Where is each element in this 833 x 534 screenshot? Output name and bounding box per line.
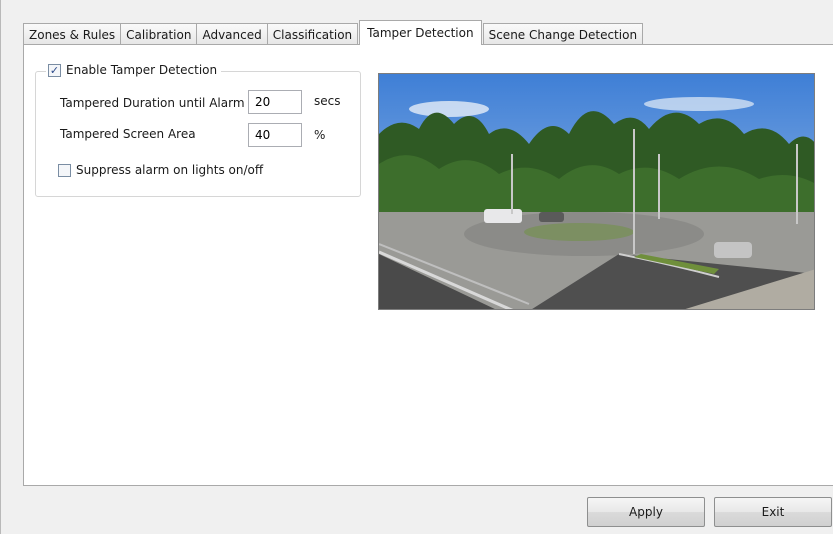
tab-classification[interactable]: Classification [266, 23, 359, 45]
camera-preview-image [378, 73, 815, 310]
tamper-settings-window: Zones & Rules Calibration Advanced Class… [0, 0, 833, 534]
suppress-alarm-label: Suppress alarm on lights on/off [76, 163, 264, 177]
suppress-alarm-checkbox-box[interactable] [58, 163, 71, 177]
tab-zones-rules[interactable]: Zones & Rules [23, 23, 122, 45]
tampered-duration-label: Tampered Duration until Alarm [60, 96, 245, 110]
tab-scene-change-detection[interactable]: Scene Change Detection [482, 23, 644, 45]
tamper-detection-group: ✓ Enable Tamper Detection Tampered Durat… [35, 63, 361, 197]
enable-tamper-label: Enable Tamper Detection [66, 63, 218, 77]
tampered-duration-input[interactable] [248, 90, 302, 114]
tamper-detection-panel: ✓ Enable Tamper Detection Tampered Durat… [23, 44, 833, 486]
roundabout-scene-image [379, 74, 814, 309]
enable-tamper-checkbox-box[interactable]: ✓ [48, 63, 61, 77]
tab-advanced[interactable]: Advanced [196, 23, 268, 45]
exit-button[interactable]: Exit [714, 497, 832, 527]
tampered-screen-area-input[interactable] [248, 123, 302, 147]
suppress-alarm-checkbox[interactable]: Suppress alarm on lights on/off [58, 163, 263, 177]
duration-unit-label: secs [314, 94, 341, 108]
tab-calibration[interactable]: Calibration [120, 23, 198, 45]
tab-strip: Zones & Rules Calibration Advanced Class… [23, 20, 644, 45]
area-unit-label: % [314, 128, 326, 142]
enable-tamper-detection-checkbox[interactable]: ✓ Enable Tamper Detection [46, 63, 222, 77]
tab-tamper-detection[interactable]: Tamper Detection [359, 20, 482, 45]
apply-button[interactable]: Apply [587, 497, 705, 527]
tampered-screen-area-label: Tampered Screen Area [60, 127, 196, 141]
